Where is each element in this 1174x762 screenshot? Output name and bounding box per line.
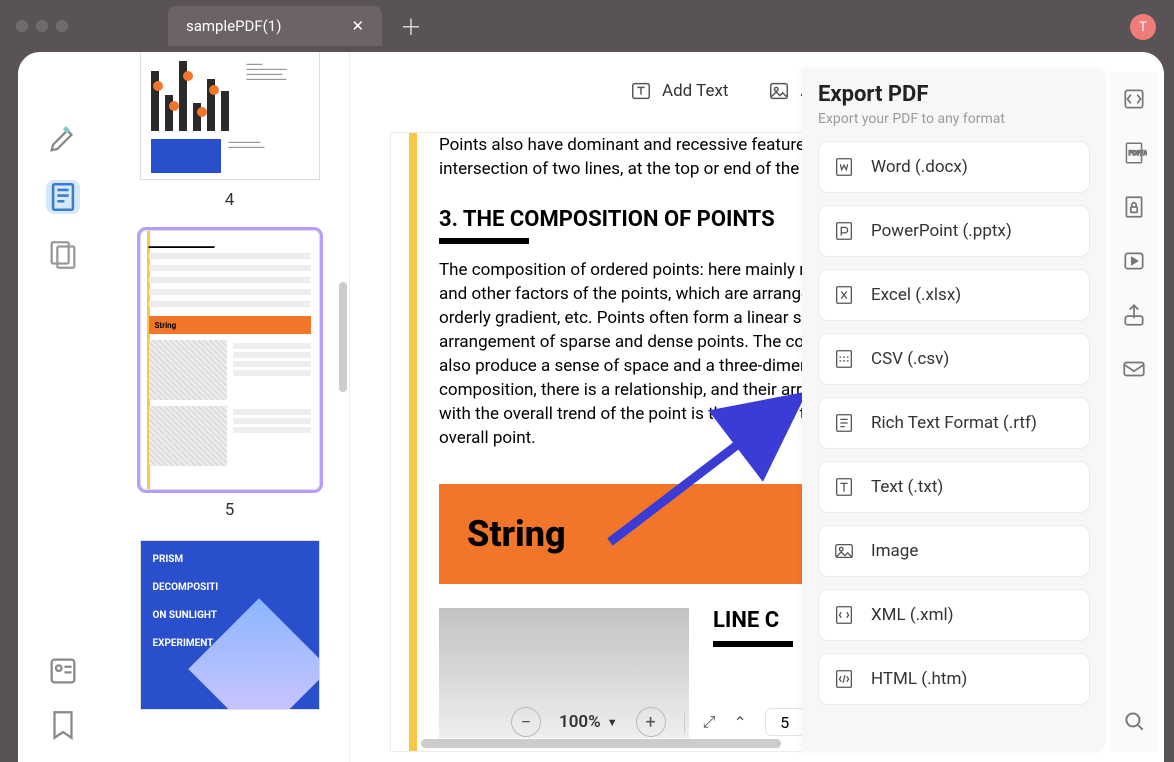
bookmark-tool-icon[interactable] (46, 708, 80, 742)
export-html-button[interactable]: HTML (.htm) (818, 653, 1090, 705)
html-icon (833, 668, 855, 690)
page-toolbar: Add Text A (630, 80, 812, 102)
window-controls (16, 20, 68, 32)
page-controls: − 100% ▼ + ⤢ ⌃ 5 (511, 707, 805, 737)
page-h-scrollbar[interactable] (421, 739, 781, 748)
right-tool-rail: PDF/A (1110, 72, 1158, 752)
search-icon[interactable] (1121, 708, 1147, 734)
export-subtitle: Export your PDF to any format (818, 111, 1090, 127)
maximize-window-icon[interactable] (56, 20, 68, 32)
export-xml-button[interactable]: XML (.xml) (818, 589, 1090, 641)
export-rtf-button[interactable]: Rich Text Format (.rtf) (818, 397, 1090, 449)
thumb-4-label: 4 (225, 190, 235, 210)
rtf-icon (833, 412, 855, 434)
add-text-button[interactable]: Add Text (630, 80, 728, 102)
word-icon (833, 156, 855, 178)
form-tool-icon[interactable] (46, 654, 80, 688)
page-thumbnail-4[interactable]: ▬▬▬▬▬▬▬▬▬▬▬▬▬▬▬▬▬▬▬▬▬▬▬▬▬▬▬▬▬▬▬▬▬ ▬▬▬▬▬▬… (140, 52, 320, 180)
close-window-icon[interactable] (16, 20, 28, 32)
thumb-5-label: 5 (225, 500, 235, 520)
svg-text:PDF/A: PDF/A (1129, 149, 1147, 157)
protect-icon[interactable] (1121, 194, 1147, 220)
csv-icon (833, 348, 855, 370)
export-image-button[interactable]: Image (818, 525, 1090, 577)
export-xlsx-button[interactable]: Excel (.xlsx) (818, 269, 1090, 321)
share-icon[interactable] (1121, 302, 1147, 328)
export-csv-button[interactable]: CSV (.csv) (818, 333, 1090, 385)
ppt-icon (833, 220, 855, 242)
left-tool-rail (18, 122, 108, 272)
page-subheading: LINE C (713, 608, 793, 633)
minimize-window-icon[interactable] (36, 20, 48, 32)
app-window: ▬▬▬▬▬▬▬▬▬▬▬▬▬▬▬▬▬▬▬▬▬▬▬▬▬▬▬▬▬▬▬▬▬ ▬▬▬▬▬▬… (18, 52, 1164, 762)
document-tab[interactable]: samplePDF(1) ✕ (168, 6, 382, 46)
export-txt-button[interactable]: Text (.txt) (818, 461, 1090, 513)
page-number-input[interactable]: 5 (765, 708, 805, 736)
page-view: Add Text A Points also have dominant and… (370, 62, 1164, 762)
xml-icon (833, 604, 855, 626)
heading-rule (439, 238, 529, 244)
zoom-in-button[interactable]: + (636, 707, 666, 737)
export-ppt-button[interactable]: PowerPoint (.pptx) (818, 205, 1090, 257)
thumbnail-scrollbar[interactable] (339, 282, 347, 392)
mail-icon[interactable] (1121, 356, 1147, 382)
tab-title: samplePDF(1) (186, 17, 281, 35)
pages-tool-icon[interactable] (46, 238, 80, 272)
txt-icon (833, 476, 855, 498)
page-thumbnail-5[interactable]: ▬▬▬▬▬▬▬▬▬▬▬ String (140, 230, 320, 490)
new-tab-button[interactable]: ＋ (400, 10, 422, 42)
left-rail-bottom (18, 654, 108, 742)
fit-page-button[interactable]: ⤢ (703, 712, 716, 732)
add-text-label: Add Text (662, 81, 728, 101)
pdfa-icon[interactable]: PDF/A (1121, 140, 1147, 166)
image-icon (833, 540, 855, 562)
zoom-level[interactable]: 100% ▼ (559, 712, 618, 732)
scroll-top-button[interactable]: ⌃ (733, 713, 746, 732)
zoom-out-button[interactable]: − (511, 707, 541, 737)
page-thumbnail-6[interactable]: PRISM DECOMPOSITI ON SUNLIGHT EXPERIMENT (140, 540, 320, 710)
export-title: Export PDF (818, 82, 1090, 107)
excel-icon (833, 284, 855, 306)
thumbnail-panel: ▬▬▬▬▬▬▬▬▬▬▬▬▬▬▬▬▬▬▬▬▬▬▬▬▬▬▬▬▬▬▬▬▬ ▬▬▬▬▬▬… (110, 52, 350, 762)
close-tab-icon[interactable]: ✕ (351, 17, 364, 35)
slideshow-icon[interactable] (1121, 248, 1147, 274)
export-word-button[interactable]: Word (.docx) (818, 141, 1090, 193)
highlighter-tool-icon[interactable] (46, 122, 80, 156)
title-bar: samplePDF(1) ✕ ＋ T (0, 0, 1174, 52)
thumbnails-panel-icon[interactable] (46, 180, 80, 214)
export-panel: Export PDF Export your PDF to any format… (802, 68, 1106, 752)
subheading-rule (713, 641, 793, 647)
user-avatar[interactable]: T (1130, 14, 1156, 40)
convert-icon[interactable] (1121, 86, 1147, 112)
